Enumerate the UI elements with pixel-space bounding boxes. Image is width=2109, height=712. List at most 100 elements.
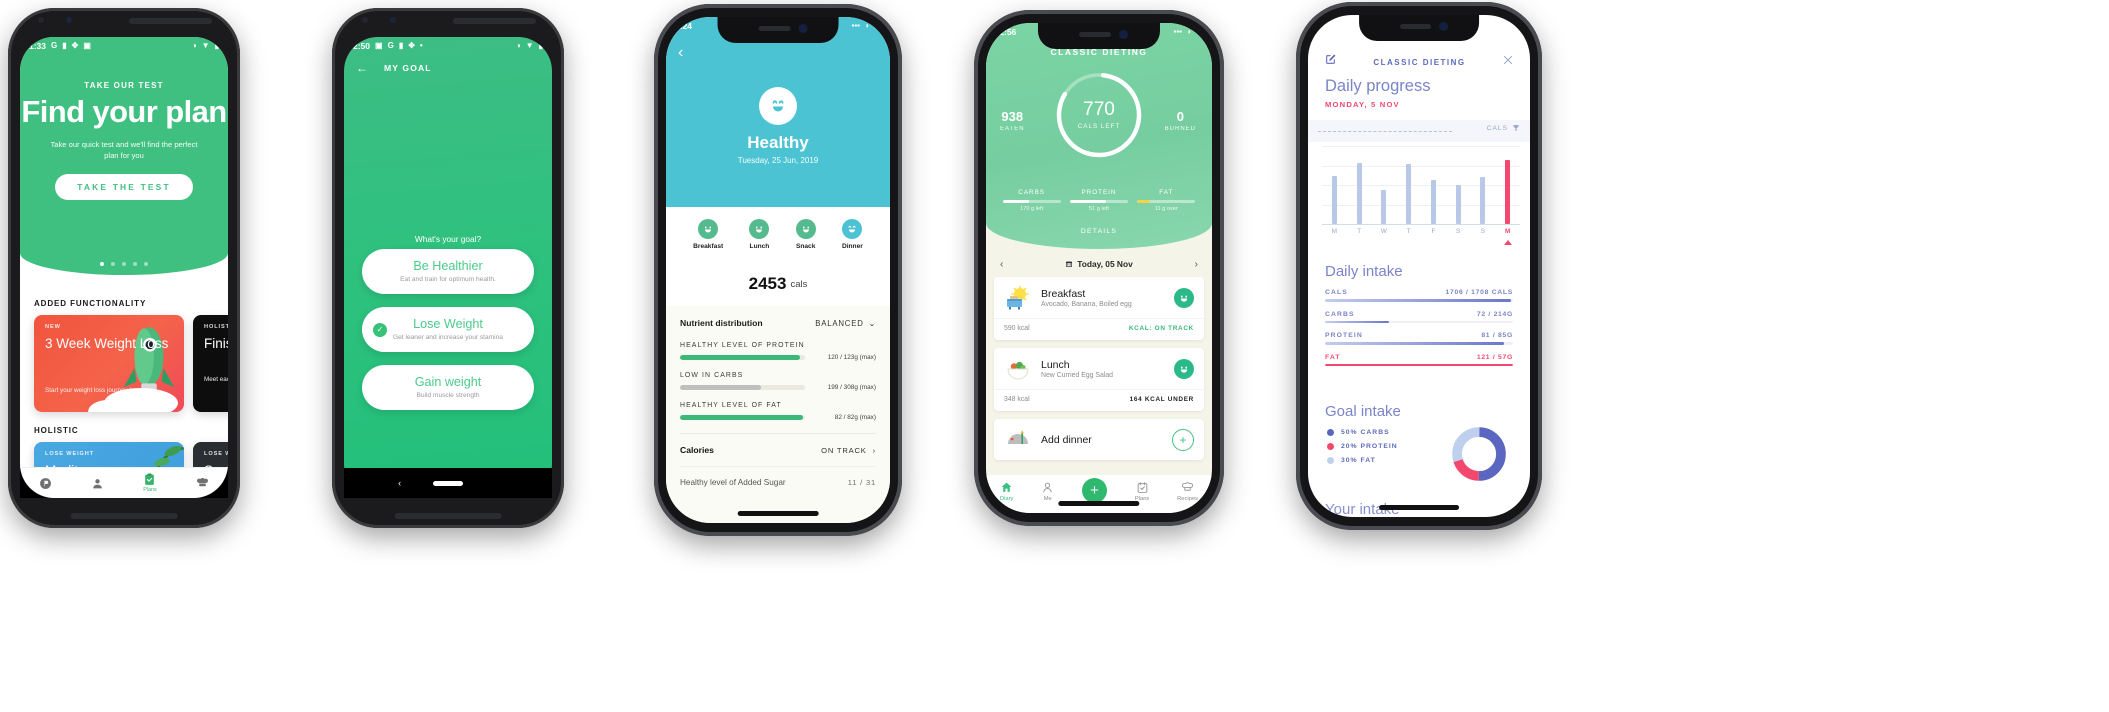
nutrient-panel: Nutrient distribution BALANCED ⌄ HEALTHY… xyxy=(666,306,890,523)
chart-bar[interactable] xyxy=(1396,146,1421,224)
chart-x-label: M xyxy=(1505,228,1511,235)
meal-title: Breakfast xyxy=(1041,288,1086,300)
chart-x-label: T xyxy=(1357,228,1362,235)
android-back-icon[interactable]: ‹ xyxy=(398,478,401,488)
chart-legend: CALS xyxy=(1487,124,1520,132)
iphone-home-indicator[interactable] xyxy=(1379,505,1459,510)
goal-option-title: Lose Weight xyxy=(413,317,483,331)
tab-lunch[interactable]: Lunch xyxy=(749,219,770,250)
add-entry-button[interactable]: + xyxy=(1082,478,1108,503)
dnd-icon: ◑ xyxy=(191,40,197,50)
plan-card-3-week-weight-loss[interactable]: NEW 3 Week Weight Loss Start your weight… xyxy=(34,315,184,412)
details-label[interactable]: DETAILS xyxy=(986,228,1212,235)
nav-label: Diary xyxy=(999,496,1014,502)
intake-value: 81 / 85G xyxy=(1481,332,1513,340)
chart-x-label: M xyxy=(1331,228,1337,235)
stat-caption: BURNED xyxy=(1164,126,1196,132)
iphone-home-indicator[interactable] xyxy=(737,511,819,516)
happy-face-icon xyxy=(749,219,770,239)
list-row-added-sugar[interactable]: Healthy level of Added Sugar 11 / 31 xyxy=(680,466,876,498)
chart-x-label: W xyxy=(1380,228,1387,235)
chevron-left-icon[interactable]: ‹ xyxy=(678,45,683,61)
check-icon: ✓ xyxy=(373,322,387,337)
macro-fat: FAT 11 g over xyxy=(1137,189,1196,212)
stat-value: 0 xyxy=(1176,109,1184,124)
chart-bar[interactable] xyxy=(1471,146,1496,224)
cloche-icon xyxy=(1004,428,1032,452)
tab-breakfast[interactable]: Breakfast xyxy=(693,219,723,250)
back-arrow-icon[interactable]: ← xyxy=(356,61,368,75)
carousel-dots[interactable] xyxy=(20,262,228,266)
bottom-speaker xyxy=(394,513,502,519)
hero-subtitle: Take our quick test and we'll find the p… xyxy=(50,139,198,160)
meal-card-lunch[interactable]: Lunch New Curried Egg Salad 348 kcal 164… xyxy=(994,348,1204,411)
android-home-pill[interactable] xyxy=(433,480,463,486)
card-text: Start your weight loss journey here. xyxy=(45,386,144,394)
chart-bar[interactable] xyxy=(1347,146,1372,224)
goal-option-subtitle: Build muscle strength xyxy=(416,392,480,399)
chart-bar[interactable] xyxy=(1446,146,1471,224)
tab-snack[interactable]: Snack xyxy=(795,219,816,250)
iphone-notch xyxy=(1359,15,1479,41)
hero-kicker: TAKE OUR TEST xyxy=(84,81,164,90)
legend-item-fat: 30% FAT xyxy=(1327,457,1398,464)
sidebar-item-plans[interactable]: Plans xyxy=(143,473,157,493)
plan-card-finish-on-time[interactable]: HOLISTIC Finish on Ti Meet each day's go… xyxy=(193,315,228,412)
legend-label: 30% FAT xyxy=(1341,457,1376,464)
goal-option-be-healthier[interactable]: Be Healthier Eat and train for optimum h… xyxy=(362,249,534,294)
phone1-bottom-nav[interactable]: Plans xyxy=(20,467,228,498)
chevron-right-icon[interactable]: › xyxy=(1195,259,1198,270)
chart-bar[interactable] xyxy=(1372,146,1397,224)
goal-option-gain-weight[interactable]: Gain weight Build muscle strength xyxy=(362,365,534,410)
stat-eaten: 938 EATEN xyxy=(1000,109,1025,132)
goal-option-title: Gain weight xyxy=(414,375,482,389)
clipboard-check-icon xyxy=(145,473,155,485)
dot-icon: • xyxy=(419,40,423,50)
nav-item-plans[interactable]: Plans xyxy=(1135,481,1149,502)
google-icon: G xyxy=(387,40,394,50)
nav-item-me[interactable] xyxy=(91,477,104,490)
meal-tabs[interactable]: Breakfast Lunch Snack Dinner xyxy=(666,207,890,262)
meal-title: Add dinner xyxy=(1041,434,1092,446)
nav-item-diary[interactable]: Diary xyxy=(999,481,1014,502)
plus-fab-icon[interactable]: + xyxy=(1082,478,1108,503)
meal-card-add-dinner[interactable]: Add dinner + xyxy=(994,419,1204,460)
plus-icon[interactable]: + xyxy=(1172,429,1194,451)
nav-item-me[interactable]: Me xyxy=(1041,481,1054,502)
intake-value: 121 / 57G xyxy=(1476,353,1513,361)
tab-dinner[interactable]: Dinner xyxy=(842,219,863,250)
take-the-test-button[interactable]: TAKE THE TEST xyxy=(55,173,193,200)
phone-3-screen: 5:24 ▪▪▪ ◗ ▰ ‹ Healthy Tuesday, 25 Jun, … xyxy=(666,17,890,523)
android-gesture-bar[interactable]: ‹ xyxy=(344,468,552,498)
meal-card-breakfast[interactable]: Breakfast Avocado, Banana, Boiled egg 59… xyxy=(994,277,1204,340)
list-row-calories[interactable]: Calories ON TRACK › xyxy=(680,433,876,466)
close-icon[interactable] xyxy=(1502,53,1514,71)
iphone-home-indicator[interactable] xyxy=(1058,501,1140,506)
nutrient-mode-dropdown[interactable]: BALANCED ⌄ xyxy=(815,319,876,328)
happy-face-icon xyxy=(795,219,816,239)
meal-kcal: 348 kcal xyxy=(1004,396,1030,403)
phone4-bottom-nav[interactable]: Diary Me + Plans Recipes xyxy=(986,475,1212,513)
nutrient-mode-value: BALANCED xyxy=(815,318,864,328)
nav-item-profile[interactable] xyxy=(39,477,52,490)
status-time: 11:56 xyxy=(995,26,1017,37)
calendar-icon xyxy=(1066,261,1073,267)
row-label: Healthy level of Added Sugar xyxy=(680,478,786,487)
day-navigator[interactable]: ‹ Today, 05 Nov › xyxy=(986,253,1212,275)
daily-progress-chart: CALS M T W T F S S M xyxy=(1308,120,1530,250)
goal-option-lose-weight[interactable]: ✓ Lose Weight Get leaner and increase yo… xyxy=(362,307,534,352)
cals-left-caption: CALS LEFT xyxy=(1077,123,1121,130)
chart-bar[interactable] xyxy=(1322,146,1347,224)
card-tag: HOLISTIC xyxy=(204,324,228,330)
edit-square-icon[interactable] xyxy=(1324,53,1337,71)
chart-bar[interactable] xyxy=(1495,146,1520,224)
nav-item-recipes[interactable] xyxy=(196,477,209,490)
chart-bar[interactable] xyxy=(1421,146,1446,224)
nav-item-recipes[interactable]: Recipes xyxy=(1177,481,1198,502)
goal-option-title: Be Healthier xyxy=(413,259,483,273)
chevron-left-icon[interactable]: ‹ xyxy=(1000,259,1003,270)
phone4-hero: 11:56 ▪▪▪ ◗ ▰ CLASSIC DIETING 770 CALS L… xyxy=(986,23,1212,249)
card-title: Finish on Ti xyxy=(204,336,228,351)
battery-saver-icon: ▮ xyxy=(398,40,404,50)
calories-summary: 2453 cals xyxy=(666,262,890,307)
